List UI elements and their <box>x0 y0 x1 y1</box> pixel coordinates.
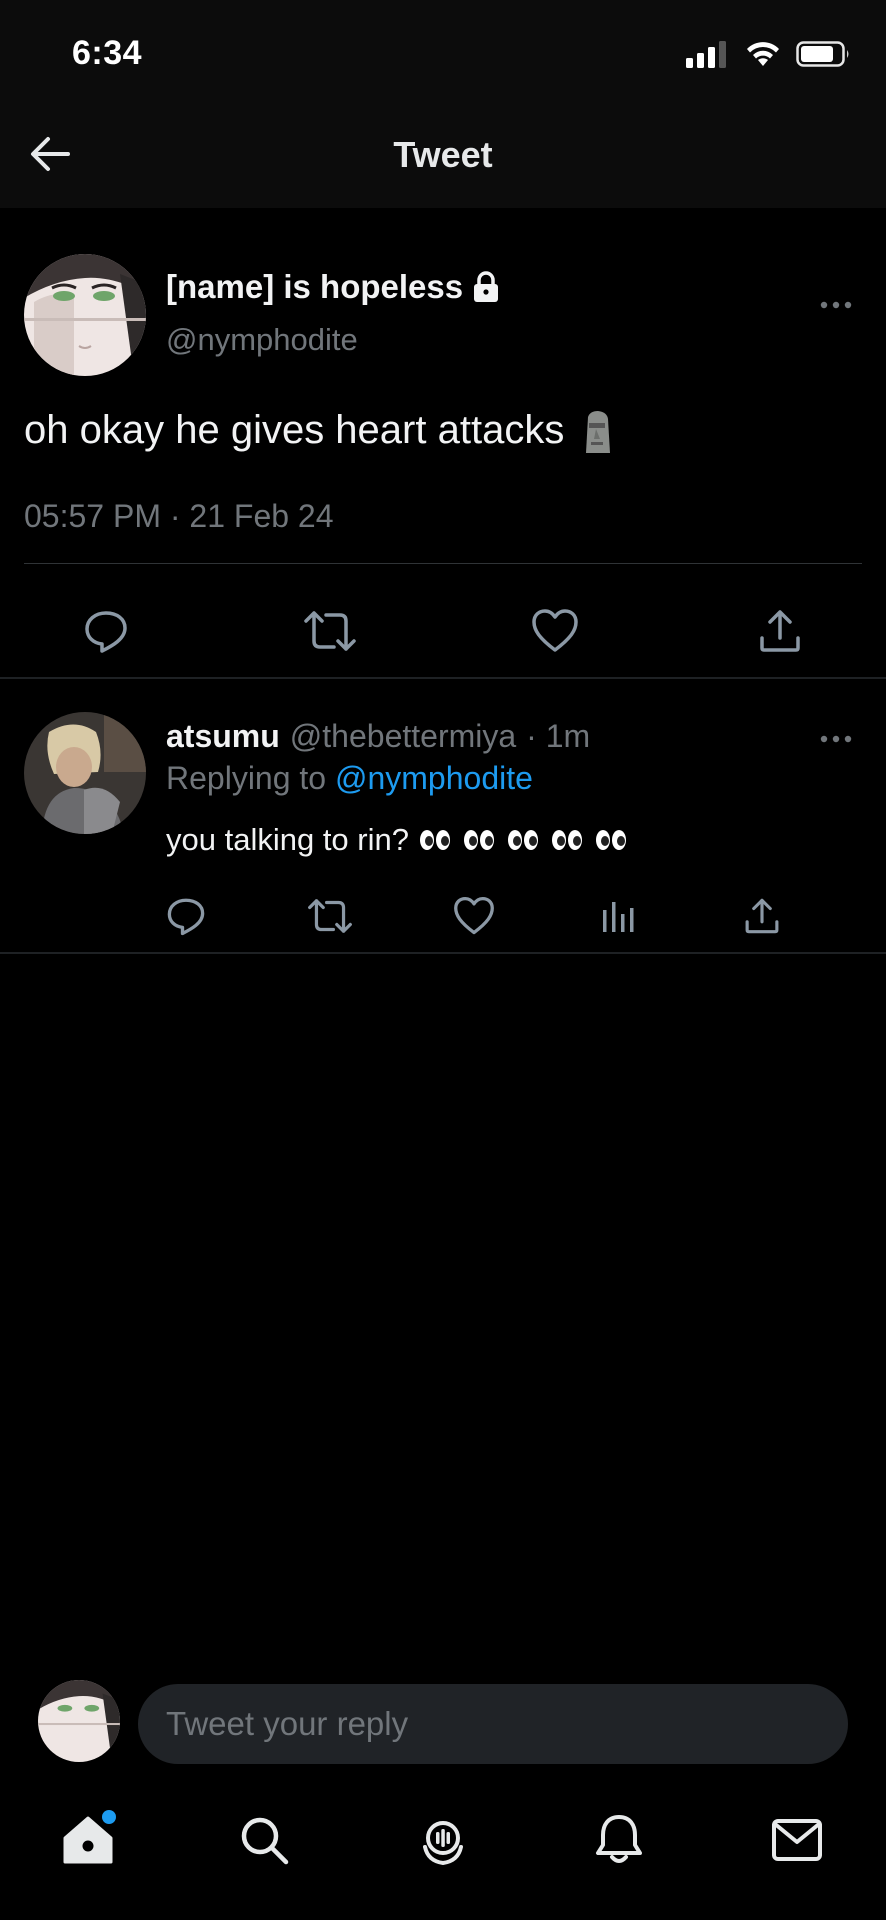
reply-tweet[interactable]: atsumu @thebettermiya · 1m Replying to @… <box>0 680 886 952</box>
divider <box>24 563 862 564</box>
nav-header: Tweet <box>0 100 886 208</box>
tweet-actions <box>0 593 886 663</box>
status-time: 6:34 <box>72 34 143 72</box>
tab-spaces[interactable] <box>411 1808 475 1872</box>
search-icon <box>241 1817 289 1865</box>
reply-actions <box>0 888 886 944</box>
more-dots-icon <box>820 301 852 309</box>
share-icon <box>760 610 800 652</box>
status-bar: 6:34 <box>0 0 886 100</box>
reply-more-options-button[interactable] <box>820 718 852 752</box>
reply-like-button[interactable] <box>446 888 502 944</box>
analytics-icon <box>603 902 634 932</box>
author-handle[interactable]: @nymphodite <box>166 322 358 358</box>
tab-home[interactable] <box>56 1808 120 1872</box>
more-dots-icon <box>820 735 852 743</box>
reply-icon <box>85 611 127 653</box>
section-divider <box>0 677 886 679</box>
reply-share-button[interactable] <box>734 888 790 944</box>
avatar-image <box>24 712 146 834</box>
reply-reply-button[interactable] <box>158 888 214 944</box>
reply-text: you talking to rin? <box>166 822 627 858</box>
main-tweet: [name] is hopeless @nymphodite oh okay h… <box>0 208 886 678</box>
home-indicator <box>305 1898 581 1908</box>
status-icons <box>686 40 852 68</box>
lock-icon <box>474 271 499 302</box>
notifications-icon <box>596 1815 642 1863</box>
page-title: Tweet <box>393 134 493 175</box>
author-display-name[interactable]: [name] is hopeless <box>166 268 501 306</box>
moai-emoji-icon <box>586 410 611 453</box>
reply-icon <box>167 898 205 936</box>
retweet-button[interactable] <box>302 603 358 659</box>
reply-author-handle[interactable]: @thebettermiya <box>290 718 516 755</box>
reply-input[interactable] <box>138 1684 848 1764</box>
replying-to-mention[interactable]: @nymphodite <box>335 760 533 796</box>
tab-search[interactable] <box>232 1808 296 1872</box>
reply-retweet-button[interactable] <box>302 888 358 944</box>
tweet-text: oh okay he gives heart attacks <box>24 408 614 453</box>
like-button[interactable] <box>527 603 583 659</box>
tweet-text-content: oh okay he gives heart attacks <box>24 408 565 452</box>
reply-header: atsumu @thebettermiya · 1m <box>166 718 590 755</box>
tab-notifications[interactable] <box>587 1808 651 1872</box>
reply-author-name[interactable]: atsumu <box>166 718 280 755</box>
messages-icon <box>772 1819 822 1861</box>
share-button[interactable] <box>752 603 808 659</box>
eyes-emoji-icon <box>463 830 494 850</box>
cellular-signal-icon <box>686 41 726 68</box>
author-name-text: [name] is hopeless <box>166 268 464 305</box>
battery-icon <box>796 41 849 67</box>
tweet-detail-screen: 6:34 Tweet [name] is hopeless @nymphodit… <box>0 0 886 1920</box>
eyes-emoji-icon <box>507 830 538 850</box>
eyes-emoji-row <box>419 828 627 852</box>
avatar[interactable] <box>24 712 146 834</box>
replying-to: Replying to @nymphodite <box>166 760 533 797</box>
share-icon <box>745 898 779 934</box>
heart-icon <box>454 896 494 935</box>
retweet-icon <box>308 899 352 933</box>
eyes-emoji-icon <box>595 830 626 850</box>
avatar[interactable] <box>24 254 146 376</box>
spaces-icon <box>423 1821 463 1866</box>
replying-prefix: Replying to <box>166 760 327 796</box>
more-options-button[interactable] <box>820 284 852 318</box>
avatar-image <box>38 1680 120 1762</box>
bottom-tab-bar <box>0 1790 886 1890</box>
reply-compose-bar <box>0 1670 886 1780</box>
tweet-timestamp: 05:57 PM · 21 Feb 24 <box>24 498 334 534</box>
home-notification-dot <box>102 1810 116 1824</box>
tab-messages[interactable] <box>765 1808 829 1872</box>
reply-button[interactable] <box>78 603 134 659</box>
heart-icon <box>532 609 578 652</box>
wifi-icon <box>747 42 779 66</box>
section-divider <box>0 952 886 954</box>
compose-avatar <box>38 1680 120 1762</box>
eyes-emoji-icon <box>419 830 450 850</box>
reply-analytics-button[interactable] <box>591 888 647 944</box>
avatar-image <box>24 254 146 376</box>
retweet-icon <box>304 611 356 651</box>
eyes-emoji-icon <box>551 830 582 850</box>
reply-text-content: you talking to rin? <box>166 822 409 857</box>
reply-age: · 1m <box>526 718 591 754</box>
